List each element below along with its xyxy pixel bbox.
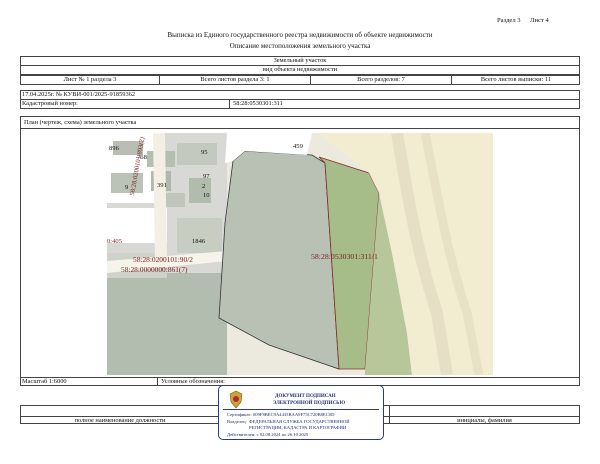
- object-type: Земельный участок: [273, 57, 327, 64]
- map-label-1846: 1846: [192, 238, 206, 245]
- doc-id: 17.04.2025г. № КУВИ-001/2025-91859362: [22, 91, 136, 98]
- stamp-cert-value: 009F8BEC9A4435BAA9F75C720B8EC0D: [253, 412, 335, 417]
- stamp-owner-label: Владелец:: [227, 419, 247, 424]
- cadastral-number: 58:28:0530301:311: [233, 100, 283, 107]
- stamp-owner-value: ФЕДЕРАЛЬНАЯ СЛУЖБА ГОСУДАРСТВЕННОЙ: [249, 419, 350, 424]
- cadastral-label: Кадастровый номер:: [22, 100, 78, 107]
- object-type-caption: вид объекта недвижимости: [262, 66, 338, 73]
- object-type-box: Земельный участок вид объекта недвижимос…: [20, 56, 580, 75]
- sheet-of-section: Лист № 1 раздела 3: [63, 76, 117, 83]
- stamp-line-2: ЭЛЕКТРОННОЙ ПОДПИСЬЮ: [273, 401, 346, 406]
- map-label-459: 459: [293, 143, 303, 150]
- stamp-divider: [223, 409, 379, 410]
- map-label-97: 97: [203, 173, 210, 180]
- plan-title-divider: [21, 128, 579, 129]
- emblem-icon: [229, 390, 243, 409]
- row-divider: [157, 378, 158, 386]
- map-label-9: 9: [125, 184, 129, 191]
- map-label-road-2: 58:28:0200101:90/2: [133, 255, 193, 264]
- row-divider: [21, 99, 579, 100]
- name-caption: инициалы, фамилия: [457, 417, 512, 424]
- map-label-10: 10: [203, 192, 210, 199]
- page-title: Выписка из Единого государственного реес…: [167, 31, 433, 39]
- map-drawing: [107, 133, 493, 375]
- map-label-main-parcel: 58:28:0530301:311/1: [311, 252, 378, 261]
- stamp-valid: Действителен: с 02.08.2024 по 26.10.2025: [227, 432, 309, 437]
- electronic-signature-stamp: ДОКУМЕНТ ПОДПИСАН ЭЛЕКТРОННОЙ ПОДПИСЬЮ С…: [218, 385, 384, 440]
- plan-title: План (чертеж, схема) земельного участка: [24, 119, 137, 126]
- map-label-391: 391: [157, 182, 167, 189]
- total-sheets-extract: Всего листов выписки: 11: [480, 76, 552, 83]
- row-divider: [229, 99, 230, 109]
- page-subtitle: Описание местоположения земельного участ…: [229, 42, 371, 50]
- cadastral-map[interactable]: 896 768 95 97 2 10 9 391 459 1846 0:405 …: [107, 133, 493, 375]
- scale-label: Масштаб 1:6000: [22, 378, 67, 385]
- stamp-cert-label: Сертификат:: [227, 412, 252, 417]
- map-label-896: 896: [109, 145, 119, 152]
- map-label-2: 2: [202, 183, 206, 190]
- sheet-info-row: Лист № 1 раздела 3 Всего листов раздела …: [20, 75, 580, 85]
- doc-id-row: 17.04.2025г. № КУВИ-001/2025-91859362 Ка…: [20, 90, 580, 109]
- map-label-95: 95: [201, 149, 208, 156]
- sheet-number: Лист 4: [530, 17, 549, 24]
- map-label-405: 0:405: [107, 238, 123, 245]
- stamp-line-1: ДОКУМЕНТ ПОДПИСАН: [275, 394, 336, 399]
- position-caption: полное наименование должности: [74, 417, 166, 424]
- legend-label: Условные обозначения:: [161, 378, 225, 385]
- total-sections: Всего разделов: 7: [357, 76, 405, 83]
- map-label-road-3: 58:28:0000000:861(7): [121, 265, 188, 274]
- stamp-owner-value-2: РЕГИСТРАЦИИ, КАДАСТРА И КАРТОГРАФИИ: [249, 425, 347, 430]
- section-number: Раздел 3: [497, 17, 521, 24]
- total-sheets-section: Всего листов раздела 3: 1: [200, 76, 270, 83]
